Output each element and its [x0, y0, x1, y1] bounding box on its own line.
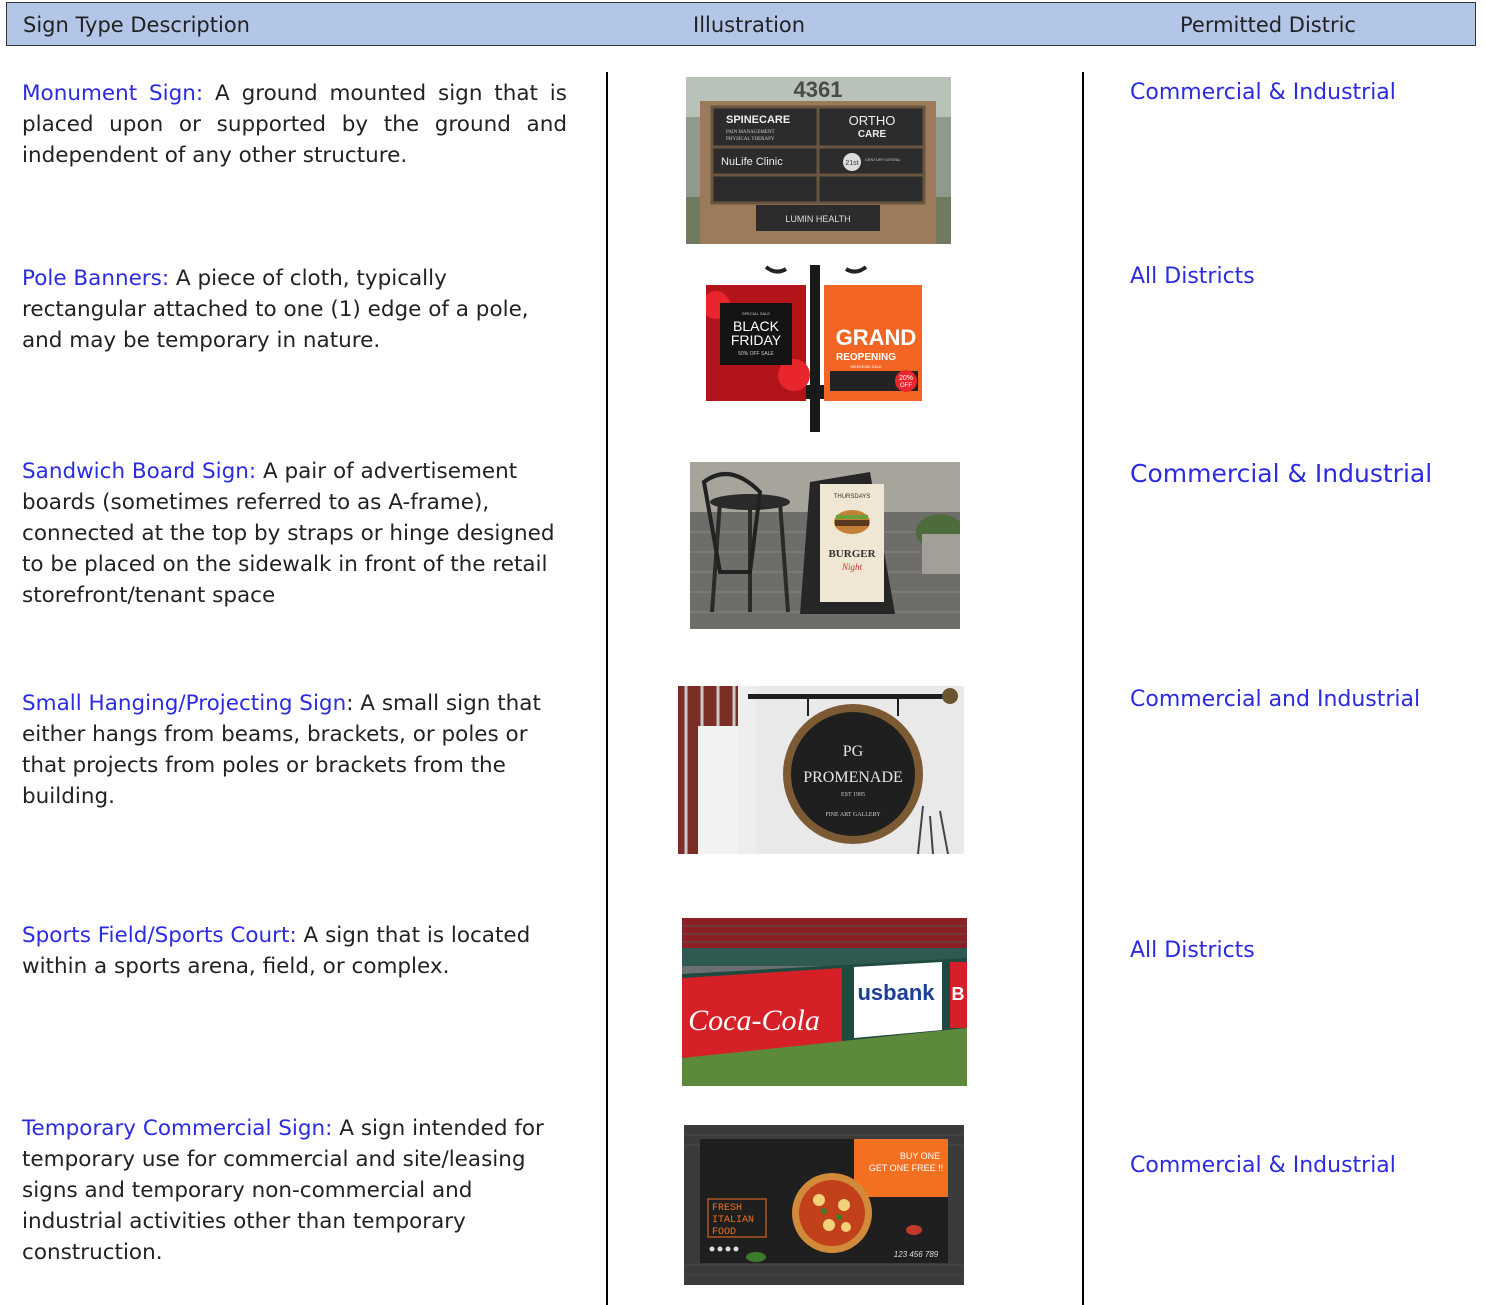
district-sandwich-board: Commercial & Industrial — [1130, 459, 1433, 488]
district-pole-banners: All Districts — [1130, 264, 1255, 289]
svg-text:BURGER: BURGER — [828, 548, 876, 560]
header-permitted-district: Permitted Distric — [1180, 13, 1356, 37]
monument-number: 4361 — [794, 77, 843, 102]
svg-text:50% OFF SALE: 50% OFF SALE — [738, 351, 774, 357]
svg-text:20%: 20% — [899, 375, 913, 382]
term-sports-field: Sports Field/Sports Court: — [22, 923, 297, 948]
description-temporary-sign: Temporary Commercial Sign: A sign intend… — [22, 1116, 544, 1265]
svg-text:THURSDAYS: THURSDAYS — [834, 494, 871, 500]
svg-text:21st: 21st — [845, 160, 858, 167]
term-temporary-sign: Temporary Commercial Sign: — [22, 1116, 333, 1141]
column-divider-right — [1082, 72, 1084, 1305]
svg-text:123 456 789: 123 456 789 — [894, 1250, 939, 1259]
pole-banners-image: SPECIAL SALE BLACK FRIDAY 50% OFF SALE G… — [706, 265, 926, 432]
svg-text:FINE ART GALLERY: FINE ART GALLERY — [825, 812, 881, 818]
term-hanging-sign: Small Hanging/Projecting Sign — [22, 691, 347, 716]
svg-text:WEEKEND SALE: WEEKEND SALE — [850, 364, 882, 369]
svg-text:GET ONE FREE !!: GET ONE FREE !! — [869, 1163, 943, 1173]
district-monument-sign: Commercial & Industrial — [1130, 80, 1396, 105]
temporary-sign-image: BUY ONE GET ONE FREE !! FRESH ITALIAN FO… — [684, 1125, 964, 1285]
hanging-sign-image: PG PROMENADE EST 1995 FINE ART GALLERY — [678, 686, 964, 854]
svg-text:B: B — [952, 984, 965, 1004]
svg-text:SPINECARE: SPINECARE — [726, 114, 790, 126]
svg-text:ITALIAN: ITALIAN — [712, 1215, 754, 1226]
term-monument-sign: Monument Sign: — [22, 81, 204, 106]
svg-text:usbank: usbank — [857, 980, 935, 1005]
term-pole-banners: Pole Banners: — [22, 266, 170, 291]
svg-text:PG: PG — [843, 743, 864, 760]
svg-text:NuLife Clinic: NuLife Clinic — [721, 156, 783, 168]
svg-text:FRIDAY: FRIDAY — [731, 332, 782, 348]
svg-text:OFF: OFF — [900, 383, 912, 389]
sandwich-board-image: THURSDAYS BURGER Night — [690, 462, 960, 629]
district-temporary-sign: Commercial & Industrial — [1130, 1153, 1396, 1178]
description-monument-sign: Monument Sign: A ground mounted sign tha… — [22, 81, 567, 168]
svg-text:SPECIAL SALE: SPECIAL SALE — [742, 311, 770, 316]
header-sign-type: Sign Type Description — [23, 13, 250, 37]
svg-text:CARE: CARE — [858, 129, 887, 140]
description-sandwich-board: Sandwich Board Sign: A pair of advertise… — [22, 459, 555, 608]
svg-text:EST 1995: EST 1995 — [841, 792, 865, 798]
svg-text:PAIN MANAGEMENT: PAIN MANAGEMENT — [726, 130, 775, 135]
term-sandwich-board: Sandwich Board Sign: — [22, 459, 257, 484]
svg-text:BUY ONE: BUY ONE — [900, 1151, 940, 1161]
district-hanging-sign: Commercial and Industrial — [1130, 687, 1421, 712]
svg-text:FOOD: FOOD — [712, 1227, 736, 1238]
monument-sign-image: 4361 SPINECARE PAIN MANAGEMENT PHYSICAL … — [686, 77, 951, 244]
svg-text:LUMIN HEALTH: LUMIN HEALTH — [785, 214, 850, 224]
table-header: Sign Type Description Illustration Permi… — [6, 2, 1476, 46]
sports-field-image: Coca-Cola usbank B — [682, 918, 967, 1086]
district-sports-field: All Districts — [1130, 938, 1255, 963]
header-illustration: Illustration — [693, 13, 806, 37]
svg-text:REOPENING: REOPENING — [836, 352, 896, 363]
svg-text:PROMENADE: PROMENADE — [803, 769, 903, 786]
svg-text:GRAND: GRAND — [836, 325, 917, 350]
description-hanging-sign: Small Hanging/Projecting Sign: A small s… — [22, 691, 541, 809]
column-divider-left — [606, 72, 608, 1305]
description-pole-banners: Pole Banners: A piece of cloth, typicall… — [22, 266, 529, 353]
svg-text:PHYSICAL THERAPY: PHYSICAL THERAPY — [726, 137, 775, 142]
svg-text:Night: Night — [841, 562, 863, 572]
svg-text:FRESH: FRESH — [712, 1203, 742, 1214]
description-sports-field: Sports Field/Sports Court: A sign that i… — [22, 923, 531, 979]
svg-text:ORTHO: ORTHO — [849, 113, 896, 128]
svg-text:Coca-Cola: Coca-Cola — [688, 1004, 820, 1037]
svg-text:CENTURY DENTAL: CENTURY DENTAL — [865, 157, 902, 162]
